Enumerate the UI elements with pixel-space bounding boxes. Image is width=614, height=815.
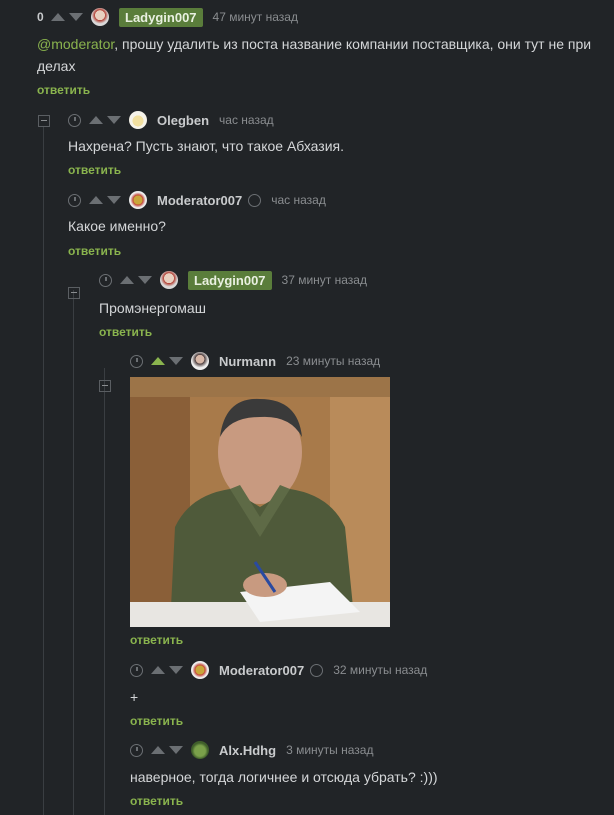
downvote-icon[interactable] <box>69 13 83 21</box>
avatar[interactable] <box>91 8 109 26</box>
avatar[interactable] <box>191 352 209 370</box>
clock-icon[interactable] <box>99 273 112 287</box>
clock-icon[interactable] <box>130 743 143 757</box>
upvote-icon[interactable] <box>51 13 65 21</box>
author-name[interactable]: Ladygin007 <box>119 7 203 27</box>
avatar[interactable] <box>160 271 178 289</box>
author-name[interactable]: Ladygin007 <box>188 270 272 290</box>
comment-time[interactable]: 23 минуты назад <box>286 354 380 368</box>
downvote-icon[interactable] <box>107 116 121 124</box>
downvote-icon[interactable] <box>138 276 152 284</box>
comment-text: наверное, тогда логичнее и отсюда убрать… <box>130 769 438 785</box>
avatar[interactable] <box>191 661 209 679</box>
collapse-icon[interactable] <box>68 287 80 299</box>
comment-time[interactable]: 37 минут назад <box>282 273 367 287</box>
comment-header: Nurmann 23 минуты назад <box>130 351 380 371</box>
downvote-icon[interactable] <box>169 357 183 365</box>
comment-header: Olegben час назад <box>68 110 274 130</box>
thread-line <box>73 290 74 815</box>
comment-header: Moderator007 32 минуты назад <box>130 660 427 680</box>
collapse-icon[interactable] <box>99 380 111 392</box>
author-name[interactable]: Nurmann <box>219 354 276 369</box>
reply-button[interactable]: ответить <box>130 714 183 728</box>
comment-text: @moderator, прошу удалить из поста назва… <box>37 36 592 74</box>
comment-text: Какое именно? <box>68 218 166 234</box>
upvote-icon[interactable] <box>120 276 134 284</box>
clock-icon[interactable] <box>130 663 143 677</box>
comment-time[interactable]: 32 минуты назад <box>333 663 427 677</box>
thread-line <box>104 368 105 815</box>
moderator-icon <box>248 193 262 207</box>
upvote-icon[interactable] <box>151 746 165 754</box>
downvote-icon[interactable] <box>169 746 183 754</box>
reply-button[interactable]: ответить <box>68 244 121 258</box>
reply-button[interactable]: ответить <box>68 163 121 177</box>
mention-link[interactable]: @moderator <box>37 36 114 52</box>
reply-button[interactable]: ответить <box>37 83 90 97</box>
author-name[interactable]: Olegben <box>157 113 209 128</box>
comment-image[interactable] <box>130 377 390 627</box>
collapse-icon[interactable] <box>38 115 50 127</box>
author-name[interactable]: Moderator007 <box>157 193 242 208</box>
comment-time[interactable]: 3 минуты назад <box>286 743 373 757</box>
comment-text: Нахрена? Пусть знают, что такое Абхазия. <box>68 138 345 154</box>
comment-time[interactable]: 47 минут назад <box>213 10 298 24</box>
upvote-icon[interactable] <box>89 196 103 204</box>
clock-icon[interactable] <box>68 113 81 127</box>
downvote-icon[interactable] <box>169 666 183 674</box>
comment-time[interactable]: час назад <box>271 193 326 207</box>
clock-icon[interactable] <box>68 193 81 207</box>
comment-time[interactable]: час назад <box>219 113 274 127</box>
author-name[interactable]: Moderator007 <box>219 663 304 678</box>
thread-line <box>43 126 44 815</box>
moderator-icon <box>310 663 324 677</box>
photo-man-writing <box>130 377 390 627</box>
avatar[interactable] <box>191 741 209 759</box>
avatar[interactable] <box>129 111 147 129</box>
comment-header: Alx.Hdhg 3 минуты назад <box>130 740 373 760</box>
upvote-icon[interactable] <box>89 116 103 124</box>
upvote-icon[interactable] <box>151 666 165 674</box>
reply-button[interactable]: ответить <box>130 794 183 808</box>
rating-value: 0 <box>37 10 44 24</box>
avatar[interactable] <box>129 191 147 209</box>
author-name[interactable]: Alx.Hdhg <box>219 743 276 758</box>
comment-header: Ladygin007 37 минут назад <box>99 270 367 290</box>
clock-icon[interactable] <box>130 354 143 368</box>
comment-header: Moderator007 час назад <box>68 190 326 210</box>
reply-button[interactable]: ответить <box>99 325 152 339</box>
comment-text: + <box>130 689 139 705</box>
upvote-icon[interactable] <box>151 357 165 365</box>
reply-button[interactable]: ответить <box>130 633 183 647</box>
comment-header: 0 Ladygin007 47 минут назад <box>37 7 298 27</box>
comment-text: Промэнергомаш <box>99 300 206 316</box>
downvote-icon[interactable] <box>107 196 121 204</box>
